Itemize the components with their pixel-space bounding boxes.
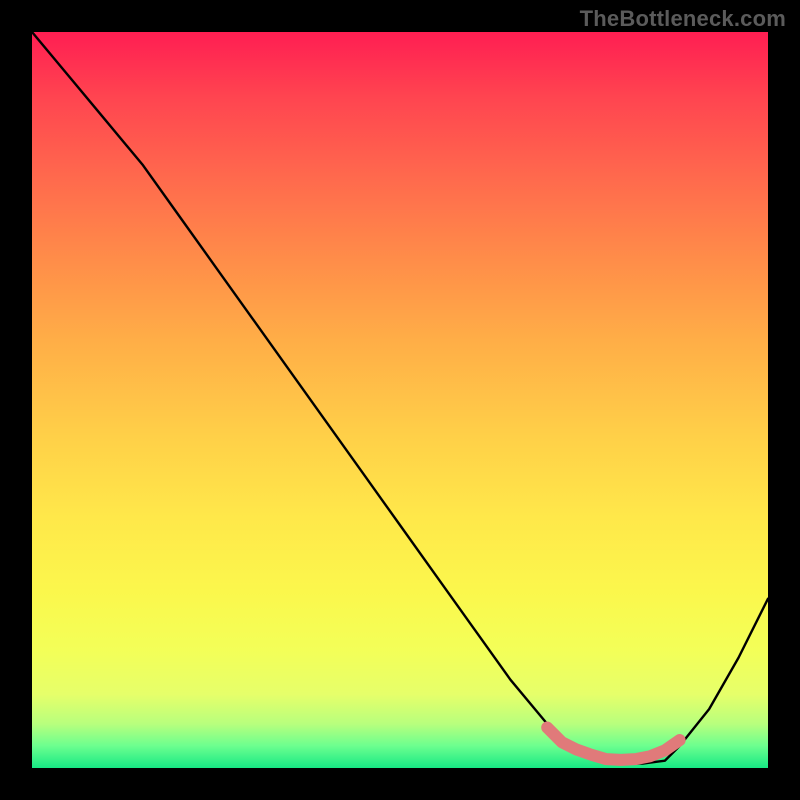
plot-area bbox=[32, 32, 768, 768]
chart-svg bbox=[32, 32, 768, 768]
sweet-spot-band-path bbox=[547, 728, 679, 760]
bottleneck-curve-path bbox=[32, 32, 768, 764]
chart-frame: TheBottleneck.com bbox=[0, 0, 800, 800]
watermark-label: TheBottleneck.com bbox=[580, 6, 786, 32]
